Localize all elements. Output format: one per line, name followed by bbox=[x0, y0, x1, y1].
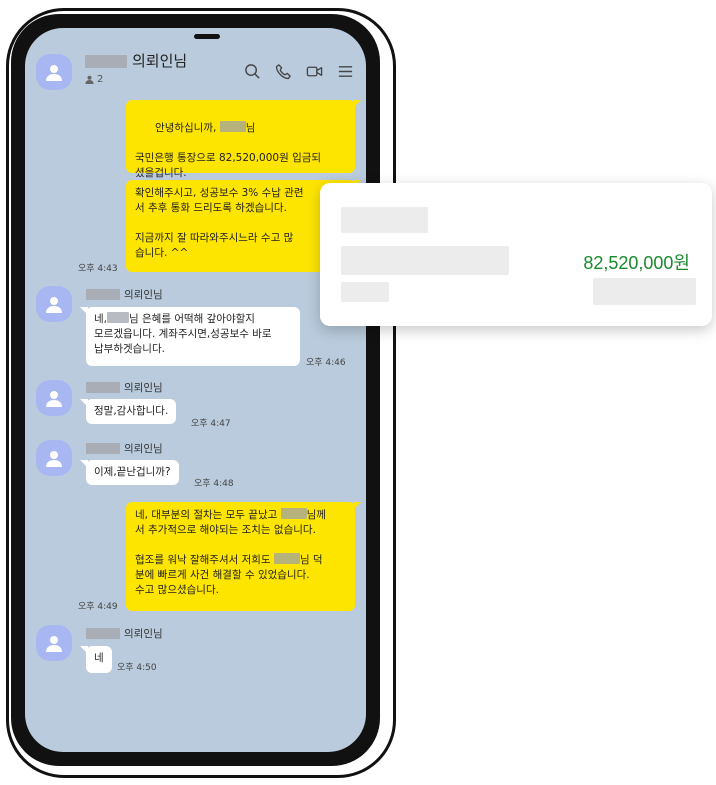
person-icon bbox=[46, 65, 62, 81]
member-count[interactable]: 2 bbox=[85, 74, 103, 85]
received-message[interactable]: 정말,감사합니다. bbox=[79, 399, 177, 424]
message-text: 국민은행 통장으로 82,520,000원 입금되 셨을겁니다. bbox=[135, 152, 322, 179]
phone-speaker bbox=[194, 34, 220, 39]
person-icon bbox=[46, 297, 62, 313]
menu-icon[interactable] bbox=[337, 63, 354, 80]
person-icon bbox=[46, 451, 62, 467]
message-text: 분에 빠르게 사건 해결할 수 있었습니다. 수고 많으셨습니다. bbox=[135, 569, 310, 596]
sender-avatar[interactable] bbox=[36, 380, 72, 416]
deposit-notification-card[interactable]: 82,520,000원 bbox=[320, 183, 712, 326]
redacted-label bbox=[341, 207, 428, 233]
message-text: 님 덕 bbox=[299, 554, 323, 566]
person-icon bbox=[46, 391, 62, 407]
sender-name: 의뢰인님 bbox=[86, 287, 163, 302]
message-text: 네, bbox=[94, 313, 107, 325]
redacted-name bbox=[107, 312, 129, 323]
sender-name: 의뢰인님 bbox=[86, 626, 163, 641]
chat-screen: 의뢰인님 2 안녕하십니까, 님 국민은행 통장으로 82,520,000원 입… bbox=[25, 28, 366, 752]
sender-avatar[interactable] bbox=[36, 625, 72, 661]
redacted-name bbox=[85, 55, 127, 68]
sender-label: 의뢰인님 bbox=[124, 289, 163, 301]
redacted-balance bbox=[593, 278, 696, 305]
video-icon[interactable] bbox=[306, 63, 323, 80]
deposit-amount: 82,520,000원 bbox=[583, 253, 690, 273]
redacted-account bbox=[341, 246, 509, 275]
message-text: 네, 대부분의 절차는 모두 끝났고 bbox=[135, 509, 278, 521]
message-text: 정말,감사합니다. bbox=[94, 405, 169, 417]
sent-message[interactable]: 안녕하십니까, 님 국민은행 통장으로 82,520,000원 입금되 셨을겁니… bbox=[126, 100, 361, 179]
redacted-name bbox=[280, 508, 307, 519]
message-time: 오후 4:47 bbox=[191, 419, 231, 429]
received-message[interactable]: 네, 님 은혜를 어떡해 갚아야할지 모르겠읍니다. 계좌주시면,성공보수 바로 … bbox=[80, 307, 300, 366]
message-text: 님 bbox=[245, 122, 256, 134]
message-time: 오후 4:46 bbox=[306, 358, 346, 368]
message-text: 협조를 워낙 잘해주셔서 저희도 bbox=[135, 554, 271, 566]
redacted-name bbox=[86, 443, 120, 454]
sender-avatar[interactable] bbox=[36, 286, 72, 322]
message-text: 님께 bbox=[306, 509, 326, 521]
received-message[interactable]: 네 bbox=[80, 646, 112, 673]
phone-bezel: 의뢰인님 2 안녕하십니까, 님 국민은행 통장으로 82,520,000원 입… bbox=[11, 14, 380, 766]
sender-name: 의뢰인님 bbox=[86, 380, 163, 395]
message-time: 오후 4:43 bbox=[78, 264, 118, 274]
chat-avatar[interactable] bbox=[36, 54, 72, 90]
message-time: 오후 4:50 bbox=[117, 663, 157, 673]
sender-label: 의뢰인님 bbox=[124, 382, 163, 394]
sender-label: 의뢰인님 bbox=[124, 443, 163, 455]
phone-icon[interactable] bbox=[275, 63, 292, 80]
message-text: 확인해주시고, 성공보수 3% 수납 관련 서 추후 통화 드리도록 하겠습니다… bbox=[135, 187, 304, 259]
redacted-name bbox=[86, 628, 120, 639]
message-text: 네 bbox=[94, 652, 104, 664]
redacted-name bbox=[86, 289, 120, 300]
redacted-name bbox=[219, 121, 246, 132]
message-time: 오후 4:48 bbox=[194, 479, 234, 489]
message-text: 서 추가적으로 해야되는 조치는 없습니다. bbox=[135, 524, 316, 536]
redacted-name bbox=[273, 553, 300, 564]
sender-avatar[interactable] bbox=[36, 440, 72, 476]
sent-message[interactable]: 네, 대부분의 절차는 모두 끝났고 님께 서 추가적으로 해야되는 조치는 없… bbox=[126, 502, 361, 611]
sender-label: 의뢰인님 bbox=[124, 628, 163, 640]
redacted-detail bbox=[341, 282, 389, 302]
chat-title: 의뢰인님 bbox=[132, 52, 188, 70]
message-text: 안녕하십니까, bbox=[155, 122, 217, 134]
search-icon[interactable] bbox=[244, 63, 261, 80]
message-text: 이제,끝난겁니까? bbox=[94, 466, 171, 478]
member-icon bbox=[85, 75, 94, 84]
person-icon bbox=[46, 636, 62, 652]
redacted-name bbox=[86, 382, 120, 393]
sender-name: 의뢰인님 bbox=[86, 441, 163, 456]
member-count-value: 2 bbox=[97, 74, 104, 85]
header-actions bbox=[244, 63, 354, 80]
message-time: 오후 4:49 bbox=[78, 602, 118, 612]
received-message[interactable]: 이제,끝난겁니까? bbox=[80, 460, 179, 485]
